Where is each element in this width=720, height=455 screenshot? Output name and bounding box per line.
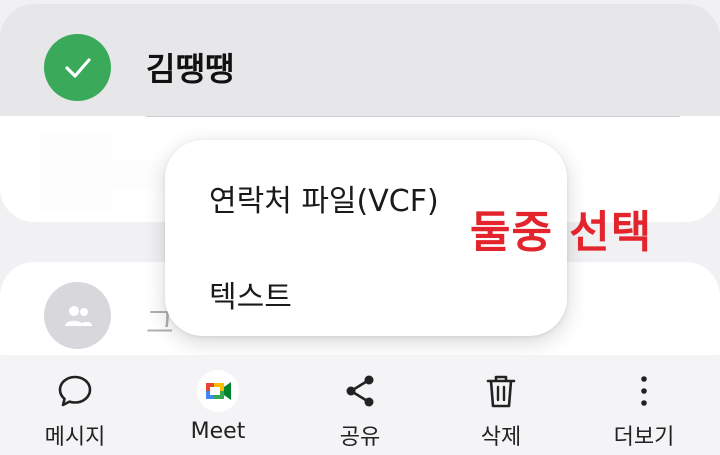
check-icon: [64, 57, 91, 78]
redacted-area: [40, 132, 112, 212]
more-vertical-icon: [641, 376, 647, 406]
chat-bubble-icon: [58, 375, 92, 407]
meet-button[interactable]: Meet: [158, 355, 278, 455]
message-button[interactable]: 메시지: [15, 355, 135, 455]
divider: [146, 116, 680, 117]
group-avatar: [44, 282, 111, 349]
google-meet-icon: [197, 370, 239, 412]
delete-label: 삭제: [480, 425, 522, 450]
selected-avatar[interactable]: [44, 34, 111, 101]
message-label: 메시지: [44, 425, 106, 450]
contact-name: 김땡땡: [146, 50, 235, 88]
menu-item-vcf[interactable]: 연락처 파일(VCF): [209, 176, 439, 220]
delete-button[interactable]: 삭제: [441, 355, 561, 455]
group-icon: [64, 305, 92, 326]
share-button[interactable]: 공유: [300, 355, 420, 455]
annotation-text: 둘중 선택: [470, 207, 653, 258]
contact-row-selected[interactable]: 김땡땡: [0, 4, 720, 116]
bottom-action-bar: 메시지 Meet 공유 삭제 더보기: [0, 355, 720, 455]
share-label: 공유: [339, 425, 381, 450]
redacted-area: [110, 160, 170, 190]
trash-icon: [486, 375, 516, 408]
more-label: 더보기: [613, 425, 675, 450]
meet-label: Meet: [190, 419, 246, 444]
more-button[interactable]: 더보기: [584, 355, 704, 455]
share-icon: [346, 375, 374, 407]
menu-item-text[interactable]: 텍스트: [209, 272, 292, 316]
